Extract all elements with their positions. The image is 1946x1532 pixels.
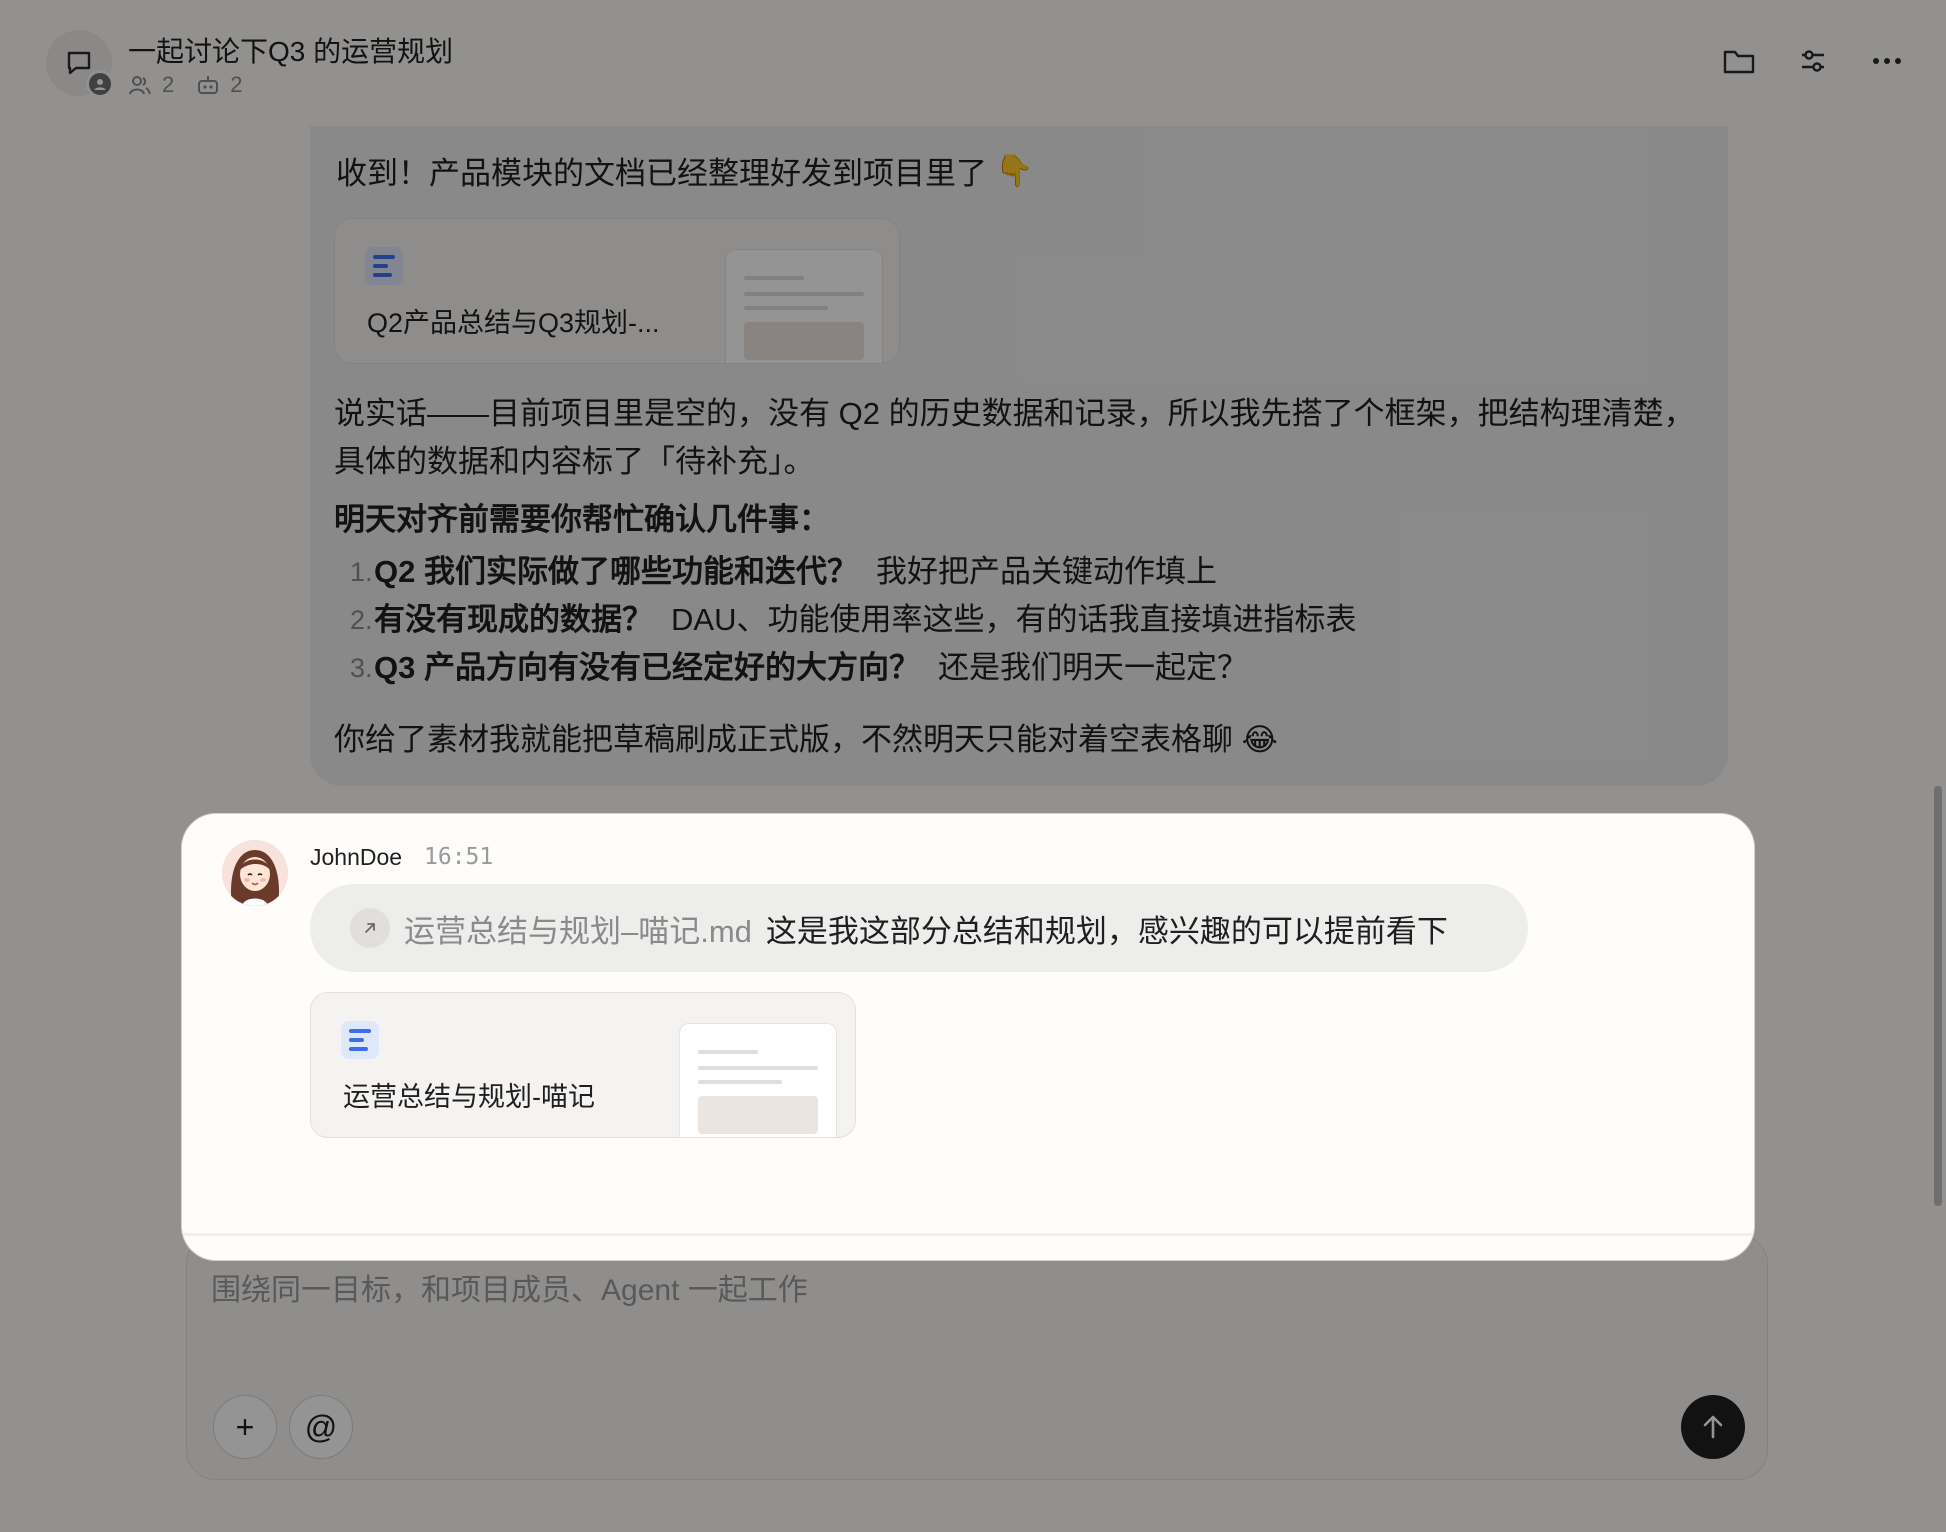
sliders-icon bbox=[1802, 50, 1824, 72]
doc-thumbnail bbox=[679, 1023, 837, 1137]
send-button[interactable] bbox=[1681, 1395, 1745, 1459]
message-author[interactable]: JohnDoe bbox=[310, 844, 402, 871]
message-time: 16:51 bbox=[424, 844, 494, 870]
avatar[interactable] bbox=[222, 840, 288, 906]
file-link[interactable]: 运营总结与规划–喵记.md bbox=[404, 906, 752, 951]
doc-card-title: 运营总结与规划-喵记 bbox=[343, 1082, 595, 1112]
mention-button[interactable]: @ bbox=[289, 1395, 353, 1459]
previous-message-bubble: 收到！产品模块的文档已经整理好发到项目里了 👇 Q2产品总结与Q3规划-... … bbox=[310, 126, 1728, 786]
message-text: 这是我这部分总结和规划，感兴趣的可以提前看下 bbox=[765, 913, 1448, 949]
external-link-icon bbox=[350, 908, 390, 948]
previous-message-text: 收到！产品模块的文档已经整理好发到项目里了 bbox=[336, 156, 987, 191]
robot-icon bbox=[198, 76, 219, 94]
list-item: 1. Q2 我们实际做了哪些功能和迭代？ 我好把产品关键动作填上 bbox=[350, 554, 1217, 589]
message-composer[interactable]: 围绕同一目标，和项目成员、Agent 一起工作 + @ bbox=[186, 1234, 1768, 1480]
document-icon bbox=[341, 1021, 379, 1059]
chat-header: 一起讨论下Q3 的运营规划 2 2 bbox=[0, 0, 1946, 126]
folder-button[interactable] bbox=[1720, 42, 1758, 80]
doc-card-ops-summary[interactable]: 运营总结与规划-喵记 bbox=[310, 992, 856, 1138]
pointing-down-emoji: 👇 bbox=[995, 153, 1034, 188]
document-icon bbox=[365, 247, 403, 285]
divider bbox=[182, 1233, 1754, 1236]
arrow-up-icon bbox=[1703, 1415, 1723, 1439]
members-icon bbox=[129, 76, 151, 95]
chat-meta: 2 2 bbox=[128, 72, 255, 98]
doc-card-q2-product[interactable]: Q2产品总结与Q3规划-... bbox=[334, 218, 900, 364]
user-avatar-icon bbox=[222, 840, 288, 906]
members-count[interactable]: 2 bbox=[128, 72, 174, 98]
doc-card-title: Q2产品总结与Q3规划-... bbox=[367, 308, 660, 338]
laughing-emoji: 😂 bbox=[1241, 722, 1278, 757]
members-count-value: 2 bbox=[162, 72, 175, 97]
header-actions bbox=[1720, 42, 1906, 80]
agents-count-value: 2 bbox=[230, 72, 243, 97]
add-attachment-button[interactable]: + bbox=[213, 1395, 277, 1459]
previous-message-line: 收到！产品模块的文档已经整理好发到项目里了 👇 bbox=[336, 148, 1702, 193]
chat-title: 一起讨论下Q3 的运营规划 bbox=[128, 36, 454, 67]
message-bubble: 运营总结与规划–喵记.md 这是我这部分总结和规划，感兴趣的可以提前看下 bbox=[310, 884, 1528, 972]
previous-message-heading: 明天对齐前需要你帮忙确认几件事： bbox=[334, 502, 830, 537]
agents-count[interactable]: 2 bbox=[196, 72, 243, 98]
more-icon bbox=[1873, 58, 1901, 64]
previous-message-paragraph: 说实话——目前项目里是空的，没有 Q2 的历史数据和记录，所以我先搭了个框架，把… bbox=[334, 396, 1695, 479]
question-list: 1. Q2 我们实际做了哪些功能和迭代？ 我好把产品关键动作填上 2. 有没有现… bbox=[336, 548, 1356, 692]
settings-button[interactable] bbox=[1794, 42, 1832, 80]
group-badge-icon bbox=[86, 70, 114, 98]
app-window: 一起讨论下Q3 的运营规划 2 2 收到！产品模块的文档已经整理好发到项目里了 … bbox=[0, 0, 1946, 1532]
scrollbar[interactable] bbox=[1934, 786, 1942, 1206]
more-button[interactable] bbox=[1868, 42, 1906, 80]
folder-icon bbox=[1723, 50, 1755, 74]
highlighted-message: JohnDoe 16:51 运营总结与规划–喵记.md 这是我这部分总结和规划，… bbox=[182, 814, 1754, 1260]
chat-avatar[interactable] bbox=[46, 30, 114, 98]
composer-input[interactable]: 围绕同一目标，和项目成员、Agent 一起工作 bbox=[211, 1265, 808, 1309]
list-item: 2. 有没有现成的数据？ DAU、功能使用率这些，有的话我直接填进指标表 bbox=[350, 602, 1357, 637]
previous-message-closing: 你给了素材我就能把草稿刷成正式版，不然明天只能对着空表格聊 😂 bbox=[334, 722, 1278, 757]
doc-thumbnail bbox=[725, 249, 883, 363]
list-item: 3. Q3 产品方向有没有已经定好的大方向？ 还是我们明天一起定？ bbox=[350, 650, 1248, 685]
